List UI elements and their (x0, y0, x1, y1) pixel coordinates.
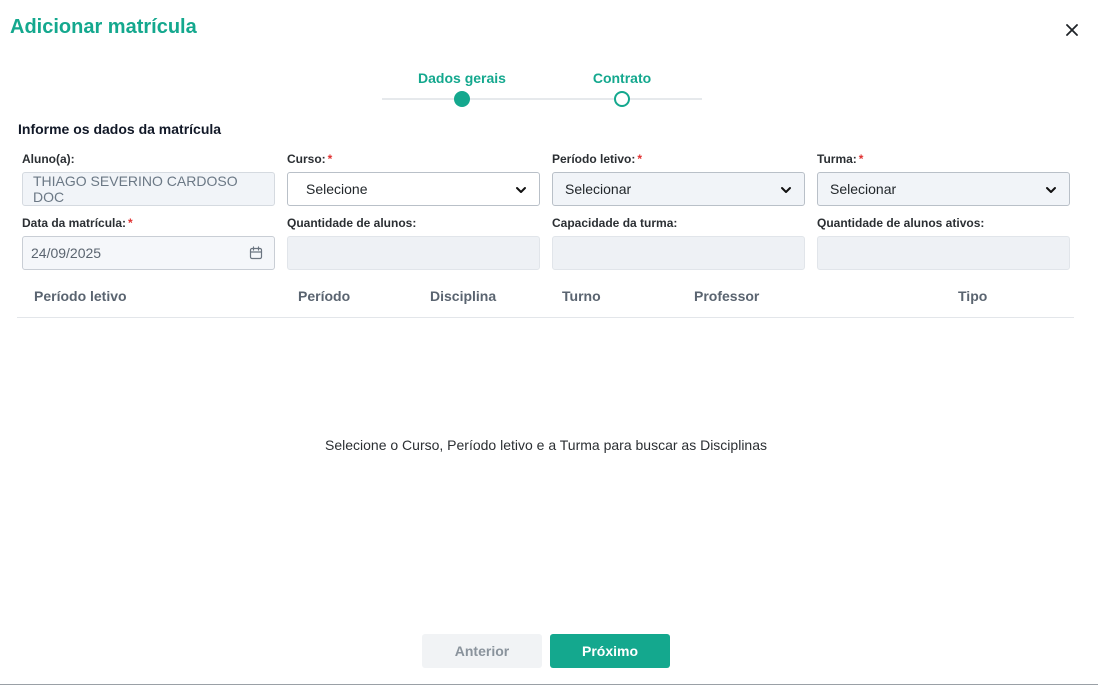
column-header[interactable]: Período letivo (34, 288, 127, 304)
column-header[interactable]: Disciplina (430, 288, 496, 304)
next-button[interactable]: Próximo (550, 634, 670, 668)
chevron-down-icon (1046, 187, 1056, 193)
step-label: Contrato (592, 70, 652, 86)
step-contrato[interactable]: Contrato (552, 70, 692, 107)
step-pending-indicator (614, 91, 630, 107)
turma-select[interactable]: Selecionar (817, 172, 1070, 206)
field-label: Aluno(a): (22, 152, 75, 166)
disciplinas-table-header: Período letivo Período Disciplina Turno … (17, 280, 1074, 318)
data-matricula-value: 24/09/2025 (31, 245, 102, 261)
curso-select[interactable]: Selecione (287, 172, 540, 206)
modal-title: Adicionar matrícula (10, 16, 197, 38)
quantidade-alunos-input (287, 236, 540, 270)
step-active-indicator (454, 91, 470, 107)
field-label: Período letivo: * (552, 152, 643, 166)
field-label: Data da matrícula: * (22, 216, 133, 230)
turma-select-value: Selecionar (830, 181, 897, 197)
data-matricula-input[interactable]: 24/09/2025 (22, 236, 275, 270)
step-label: Dados gerais (418, 70, 506, 86)
periodo-letivo-select[interactable]: Selecionar (552, 172, 805, 206)
chevron-down-icon (516, 187, 526, 193)
aluno-input: THIAGO SEVERINO CARDOSO DOC (22, 172, 275, 206)
curso-select-value: Selecione (306, 181, 368, 197)
chevron-down-icon (781, 187, 791, 193)
column-header[interactable]: Tipo (958, 288, 987, 304)
field-label: Curso: * (287, 152, 333, 166)
field-turma: Turma: * Selecionar (817, 152, 1070, 206)
periodo-letivo-select-value: Selecionar (565, 181, 632, 197)
add-enrollment-modal: Adicionar matrícula Dados gerais Contrat… (0, 0, 1098, 685)
field-label: Capacidade da turma: (552, 216, 678, 230)
column-header[interactable]: Período (298, 288, 350, 304)
field-label: Quantidade de alunos: (287, 216, 417, 230)
field-quantidade-alunos-ativos: Quantidade de alunos ativos: (817, 216, 1070, 270)
section-title: Informe os dados da matrícula (18, 121, 222, 137)
field-curso: Curso: * Selecione (287, 152, 540, 206)
quantidade-alunos-ativos-input (817, 236, 1070, 270)
stepper-track (382, 98, 702, 100)
field-capacidade-turma: Capacidade da turma: (552, 216, 805, 270)
step-dados-gerais[interactable]: Dados gerais (392, 70, 532, 107)
calendar-icon[interactable] (249, 246, 263, 260)
field-quantidade-alunos: Quantidade de alunos: (287, 216, 540, 270)
close-button[interactable] (1062, 20, 1082, 40)
column-header[interactable]: Professor (694, 288, 759, 304)
table-empty-message: Selecione o Curso, Período letivo e a Tu… (325, 437, 767, 453)
field-periodo-letivo: Período letivo: * Selecionar (552, 152, 805, 206)
close-icon (1066, 24, 1078, 36)
field-aluno: Aluno(a): THIAGO SEVERINO CARDOSO DOC (22, 152, 275, 206)
field-label: Turma: * (817, 152, 864, 166)
field-label: Quantidade de alunos ativos: (817, 216, 985, 230)
field-data-matricula: Data da matrícula: * 24/09/2025 (22, 216, 275, 270)
previous-button[interactable]: Anterior (422, 634, 542, 668)
capacidade-turma-input (552, 236, 805, 270)
column-header[interactable]: Turno (562, 288, 601, 304)
